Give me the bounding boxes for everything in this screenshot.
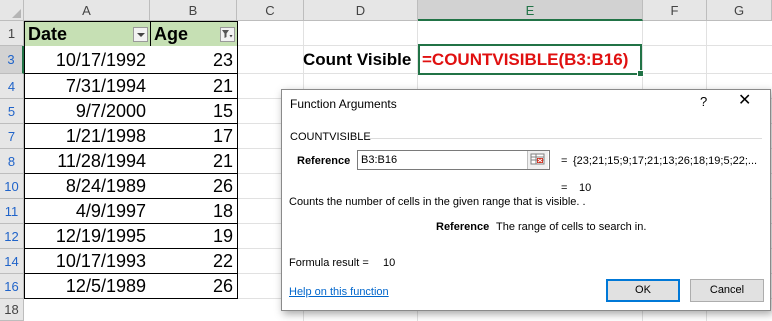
formula-cell-e3[interactable]: =COUNTVISIBLE(B3:B16) bbox=[418, 44, 644, 77]
date-cell[interactable]: 10/17/1993 bbox=[24, 249, 151, 274]
row-header-4[interactable]: 4 bbox=[0, 74, 24, 99]
help-icon[interactable]: ? bbox=[700, 94, 707, 109]
select-all-corner[interactable] bbox=[0, 0, 24, 21]
date-cell[interactable]: 10/17/1992 bbox=[24, 46, 151, 74]
help-on-function-link[interactable]: Help on this function bbox=[289, 286, 389, 298]
date-cell[interactable]: 11/28/1994 bbox=[24, 149, 151, 174]
cancel-button[interactable]: Cancel bbox=[690, 279, 764, 302]
column-header-d[interactable]: D bbox=[304, 0, 418, 21]
age-cell[interactable]: 26 bbox=[150, 274, 238, 299]
dialog-title: Function Arguments bbox=[290, 97, 397, 111]
formula-result-value: 10 bbox=[383, 257, 396, 269]
argument-description-name: Reference bbox=[436, 221, 490, 233]
close-icon[interactable]: ✕ bbox=[738, 92, 751, 110]
range-select-icon bbox=[530, 153, 545, 165]
age-cell[interactable]: 15 bbox=[150, 99, 238, 124]
age-cell[interactable]: 21 bbox=[150, 74, 238, 99]
row-header-1[interactable]: 1 bbox=[0, 21, 24, 46]
reference-equals: = bbox=[561, 155, 568, 167]
age-cell[interactable]: 26 bbox=[150, 174, 238, 199]
collapse-dialog-button[interactable] bbox=[527, 151, 548, 169]
date-cell[interactable]: 9/7/2000 bbox=[24, 99, 151, 124]
column-header-a[interactable]: A bbox=[24, 0, 150, 21]
function-arguments-dialog: Function Arguments ? ✕ COUNTVISIBLE Refe… bbox=[281, 89, 771, 311]
result-equals: = bbox=[561, 182, 568, 194]
row-header-14[interactable]: 14 bbox=[0, 249, 24, 274]
row-header-3[interactable]: 3 bbox=[0, 46, 24, 74]
reference-input[interactable]: B3:B16 bbox=[357, 150, 550, 170]
date-cell[interactable]: 12/19/1995 bbox=[24, 224, 151, 249]
date-cell[interactable]: 12/5/1989 bbox=[24, 274, 151, 299]
column-header-g[interactable]: G bbox=[707, 0, 772, 21]
header-date-label: Date bbox=[28, 24, 68, 44]
row-header-11[interactable]: 11 bbox=[0, 199, 24, 224]
reference-label: Reference bbox=[297, 155, 351, 167]
function-name-label: COUNTVISIBLE bbox=[290, 131, 371, 143]
header-cell-age[interactable]: Age bbox=[150, 21, 238, 47]
age-cell[interactable]: 19 bbox=[150, 224, 238, 249]
date-cell[interactable]: 4/9/1997 bbox=[24, 199, 151, 224]
row-header-18[interactable]: 18 bbox=[0, 299, 24, 321]
function-description: Counts the number of cells in the given … bbox=[289, 196, 586, 208]
row-header-8[interactable]: 8 bbox=[0, 149, 24, 174]
group-divider bbox=[368, 138, 762, 139]
column-header-b[interactable]: B bbox=[150, 0, 237, 21]
row-header-12[interactable]: 12 bbox=[0, 224, 24, 249]
formula-result-label: Formula result = bbox=[289, 257, 369, 269]
active-filter-funnel-icon[interactable] bbox=[220, 27, 235, 42]
count-visible-label: Count Visible bbox=[303, 50, 412, 69]
age-cell[interactable]: 18 bbox=[150, 199, 238, 224]
filter-dropdown-icon[interactable] bbox=[133, 27, 148, 42]
date-cell[interactable]: 8/24/1989 bbox=[24, 174, 151, 199]
date-cell[interactable]: 7/31/1994 bbox=[24, 74, 151, 99]
age-cell[interactable]: 23 bbox=[150, 46, 238, 74]
function-result-value: 10 bbox=[579, 182, 592, 194]
row-header-16[interactable]: 16 bbox=[0, 274, 24, 299]
header-age-label: Age bbox=[154, 24, 189, 44]
column-header-e[interactable]: E bbox=[418, 0, 643, 21]
row-header-10[interactable]: 10 bbox=[0, 174, 24, 199]
date-cell[interactable]: 1/21/1998 bbox=[24, 124, 151, 149]
header-cell-date[interactable]: Date bbox=[24, 21, 151, 47]
age-cell[interactable]: 22 bbox=[150, 249, 238, 274]
row-header-5[interactable]: 5 bbox=[0, 99, 24, 124]
argument-description: The range of cells to search in. bbox=[496, 221, 647, 233]
row-header-7[interactable]: 7 bbox=[0, 124, 24, 149]
column-header-f[interactable]: F bbox=[643, 0, 707, 21]
ok-button[interactable]: OK bbox=[606, 279, 680, 302]
age-cell[interactable]: 17 bbox=[150, 124, 238, 149]
reference-evaluated-value: {23;21;15;9;17;21;13;26;18;19;5;22;... bbox=[573, 155, 758, 167]
column-header-c[interactable]: C bbox=[237, 0, 304, 21]
age-cell[interactable]: 21 bbox=[150, 149, 238, 174]
